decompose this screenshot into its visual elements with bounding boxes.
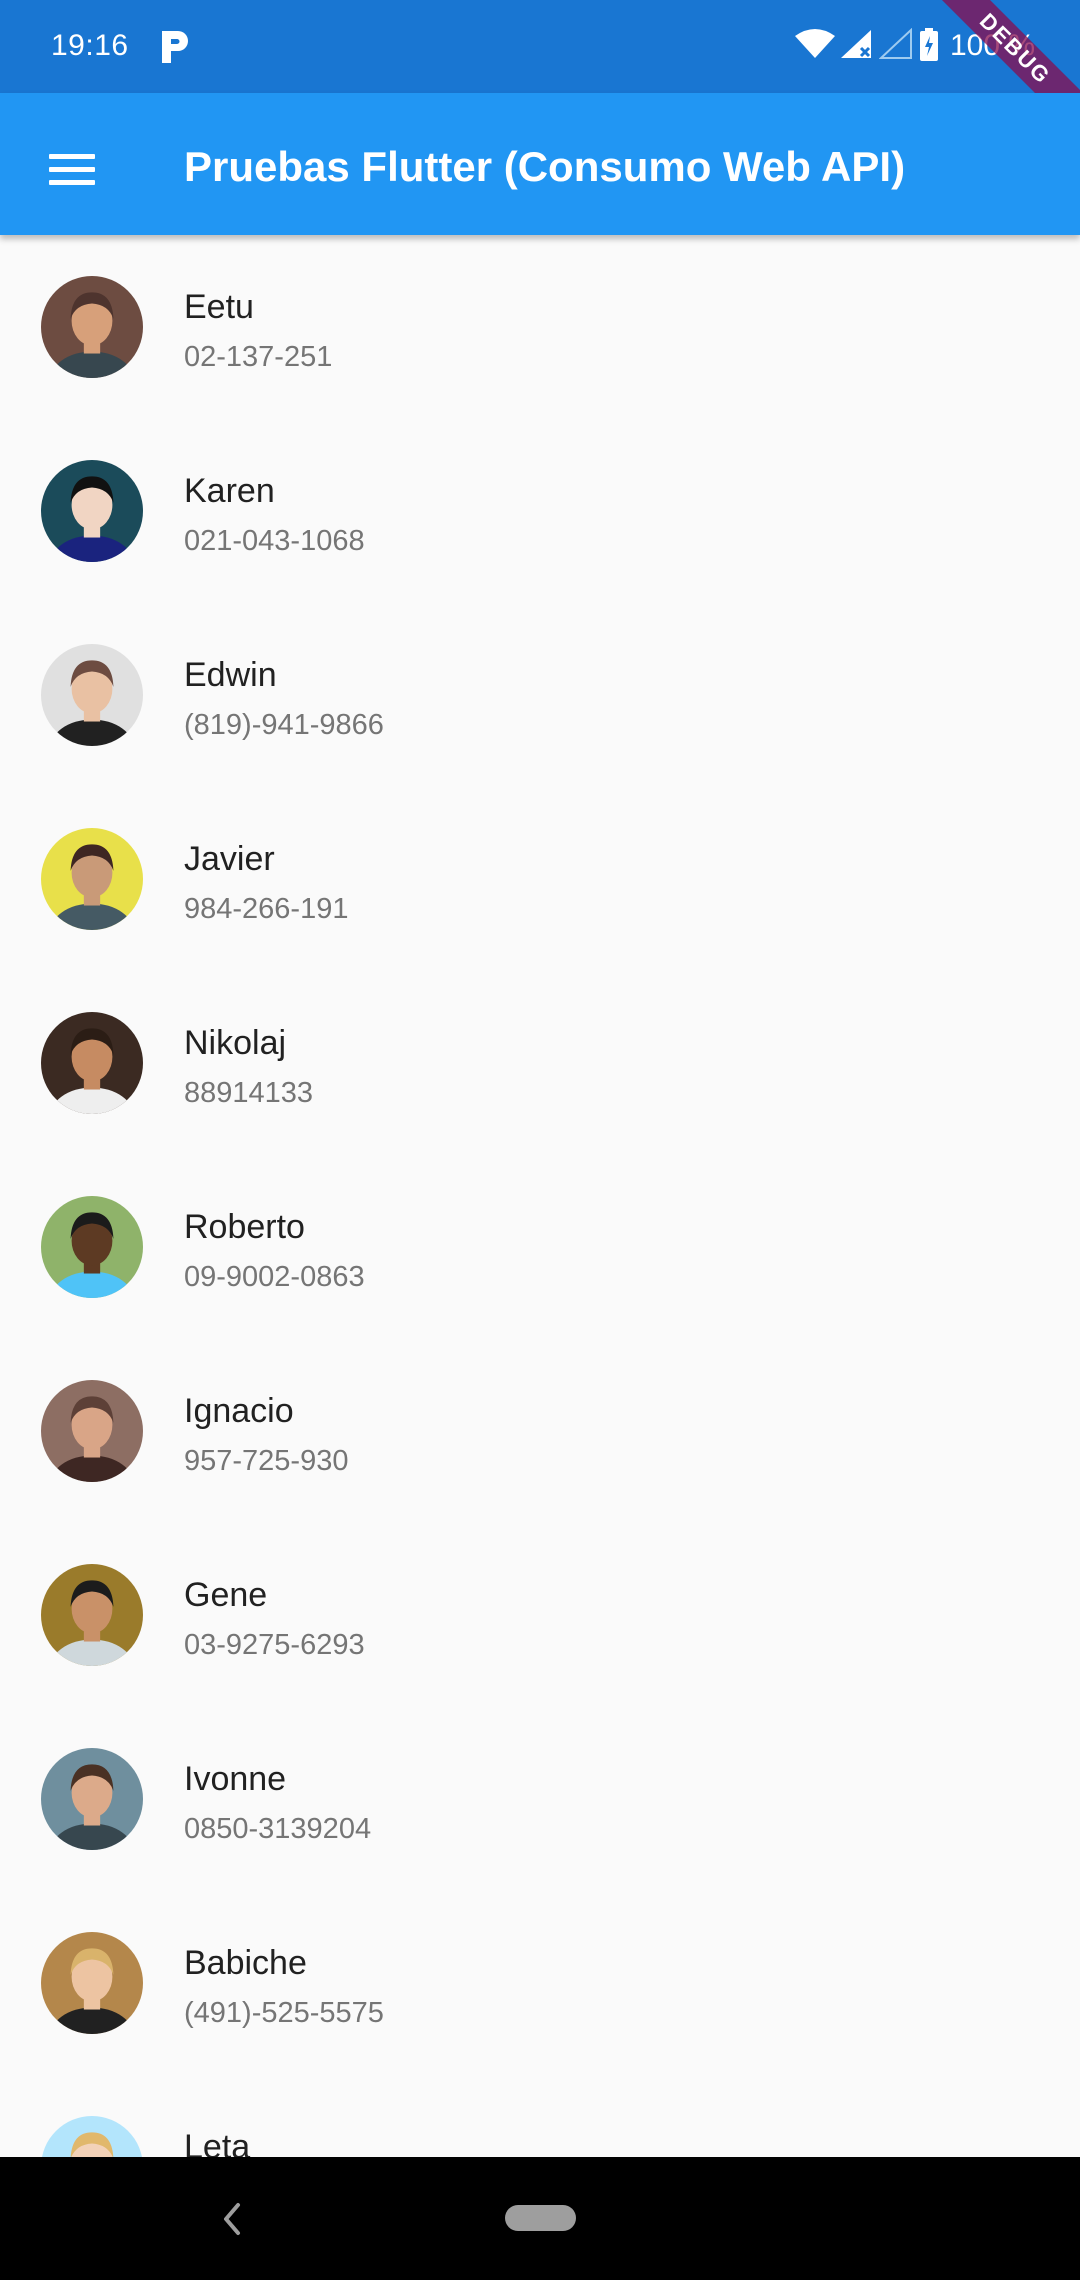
contact-list-item[interactable]: Babiche (491)-525-5575 — [0, 1891, 1080, 2075]
contact-name: Gene — [184, 1576, 268, 1614]
contact-list-item[interactable]: Edwin (819)-941-9866 — [0, 603, 1080, 787]
contact-phone: (491)-525-5575 — [184, 1997, 384, 2029]
contact-phone: 88914133 — [184, 1077, 314, 1109]
avatar — [41, 1196, 143, 1298]
home-pill-icon[interactable] — [505, 2205, 576, 2231]
contact-name: Ivonne — [184, 1760, 287, 1798]
app-title: Pruebas Flutter (Consumo Web API) — [184, 143, 906, 190]
contact-phone: 984-266-191 — [184, 893, 349, 925]
status-time: 19:16 — [51, 29, 129, 62]
contact-name: Javier — [184, 840, 275, 878]
signal-icon — [841, 30, 871, 58]
contact-list-item[interactable]: Karen 021-043-1068 — [0, 419, 1080, 603]
contact-phone: (819)-941-9866 — [184, 709, 384, 741]
contact-list-item[interactable]: Ignacio 957-725-930 — [0, 1339, 1080, 1523]
contact-phone: 02-137-251 — [184, 341, 333, 373]
contact-name: Nikolaj — [184, 1024, 287, 1062]
contact-phone: 021-043-1068 — [184, 525, 365, 557]
wifi-icon — [795, 29, 835, 58]
avatar — [41, 644, 143, 746]
status-bar: 19:16 100 % — [0, 0, 1080, 93]
contact-list-item[interactable]: Ivonne 0850-3139204 — [0, 1707, 1080, 1891]
avatar — [41, 828, 143, 930]
contact-phone: 957-725-930 — [184, 1445, 349, 1477]
contact-name: Karen — [184, 472, 275, 510]
avatar — [41, 1012, 143, 1114]
signal-empty-icon — [879, 28, 912, 59]
avatar — [41, 460, 143, 562]
contact-list-item[interactable]: Nikolaj 88914133 — [0, 971, 1080, 1155]
contact-list-item[interactable]: Javier 984-266-191 — [0, 787, 1080, 971]
avatar — [41, 1380, 143, 1482]
avatar — [41, 276, 143, 378]
contact-name: Eetu — [184, 288, 254, 326]
parking-icon — [162, 31, 188, 63]
avatar — [41, 1564, 143, 1666]
navigation-bar — [0, 2157, 1080, 2280]
battery-icon — [920, 28, 938, 61]
contact-list-item[interactable]: Roberto 09-9002-0863 — [0, 1155, 1080, 1339]
contact-list-item[interactable]: Gene 03-9275-6293 — [0, 1523, 1080, 1707]
contact-name: Leta — [184, 2128, 251, 2157]
menu-button[interactable] — [30, 127, 114, 211]
avatar — [41, 1932, 143, 2034]
contact-phone: 03-9275-6293 — [184, 1629, 365, 1661]
contact-name: Edwin — [184, 656, 277, 694]
app-bar: Pruebas Flutter (Consumo Web API) — [0, 93, 1080, 235]
avatar — [41, 1748, 143, 1850]
contact-name: Roberto — [184, 1208, 305, 1246]
avatar — [41, 2116, 143, 2157]
contact-list-item[interactable]: Eetu 02-137-251 — [0, 235, 1080, 419]
contact-list[interactable]: Eetu 02-137-251 Karen 021-043-1068 Edwin (819… — [0, 235, 1080, 2157]
contact-phone: 09-9002-0863 — [184, 1261, 365, 1293]
menu-icon — [49, 146, 95, 193]
contact-phone: 0850-3139204 — [184, 1813, 372, 1845]
back-icon[interactable] — [212, 2197, 252, 2241]
contact-name: Ignacio — [184, 1392, 294, 1430]
contact-name: Babiche — [184, 1944, 307, 1982]
contact-list-item[interactable]: Leta — [0, 2075, 1080, 2157]
